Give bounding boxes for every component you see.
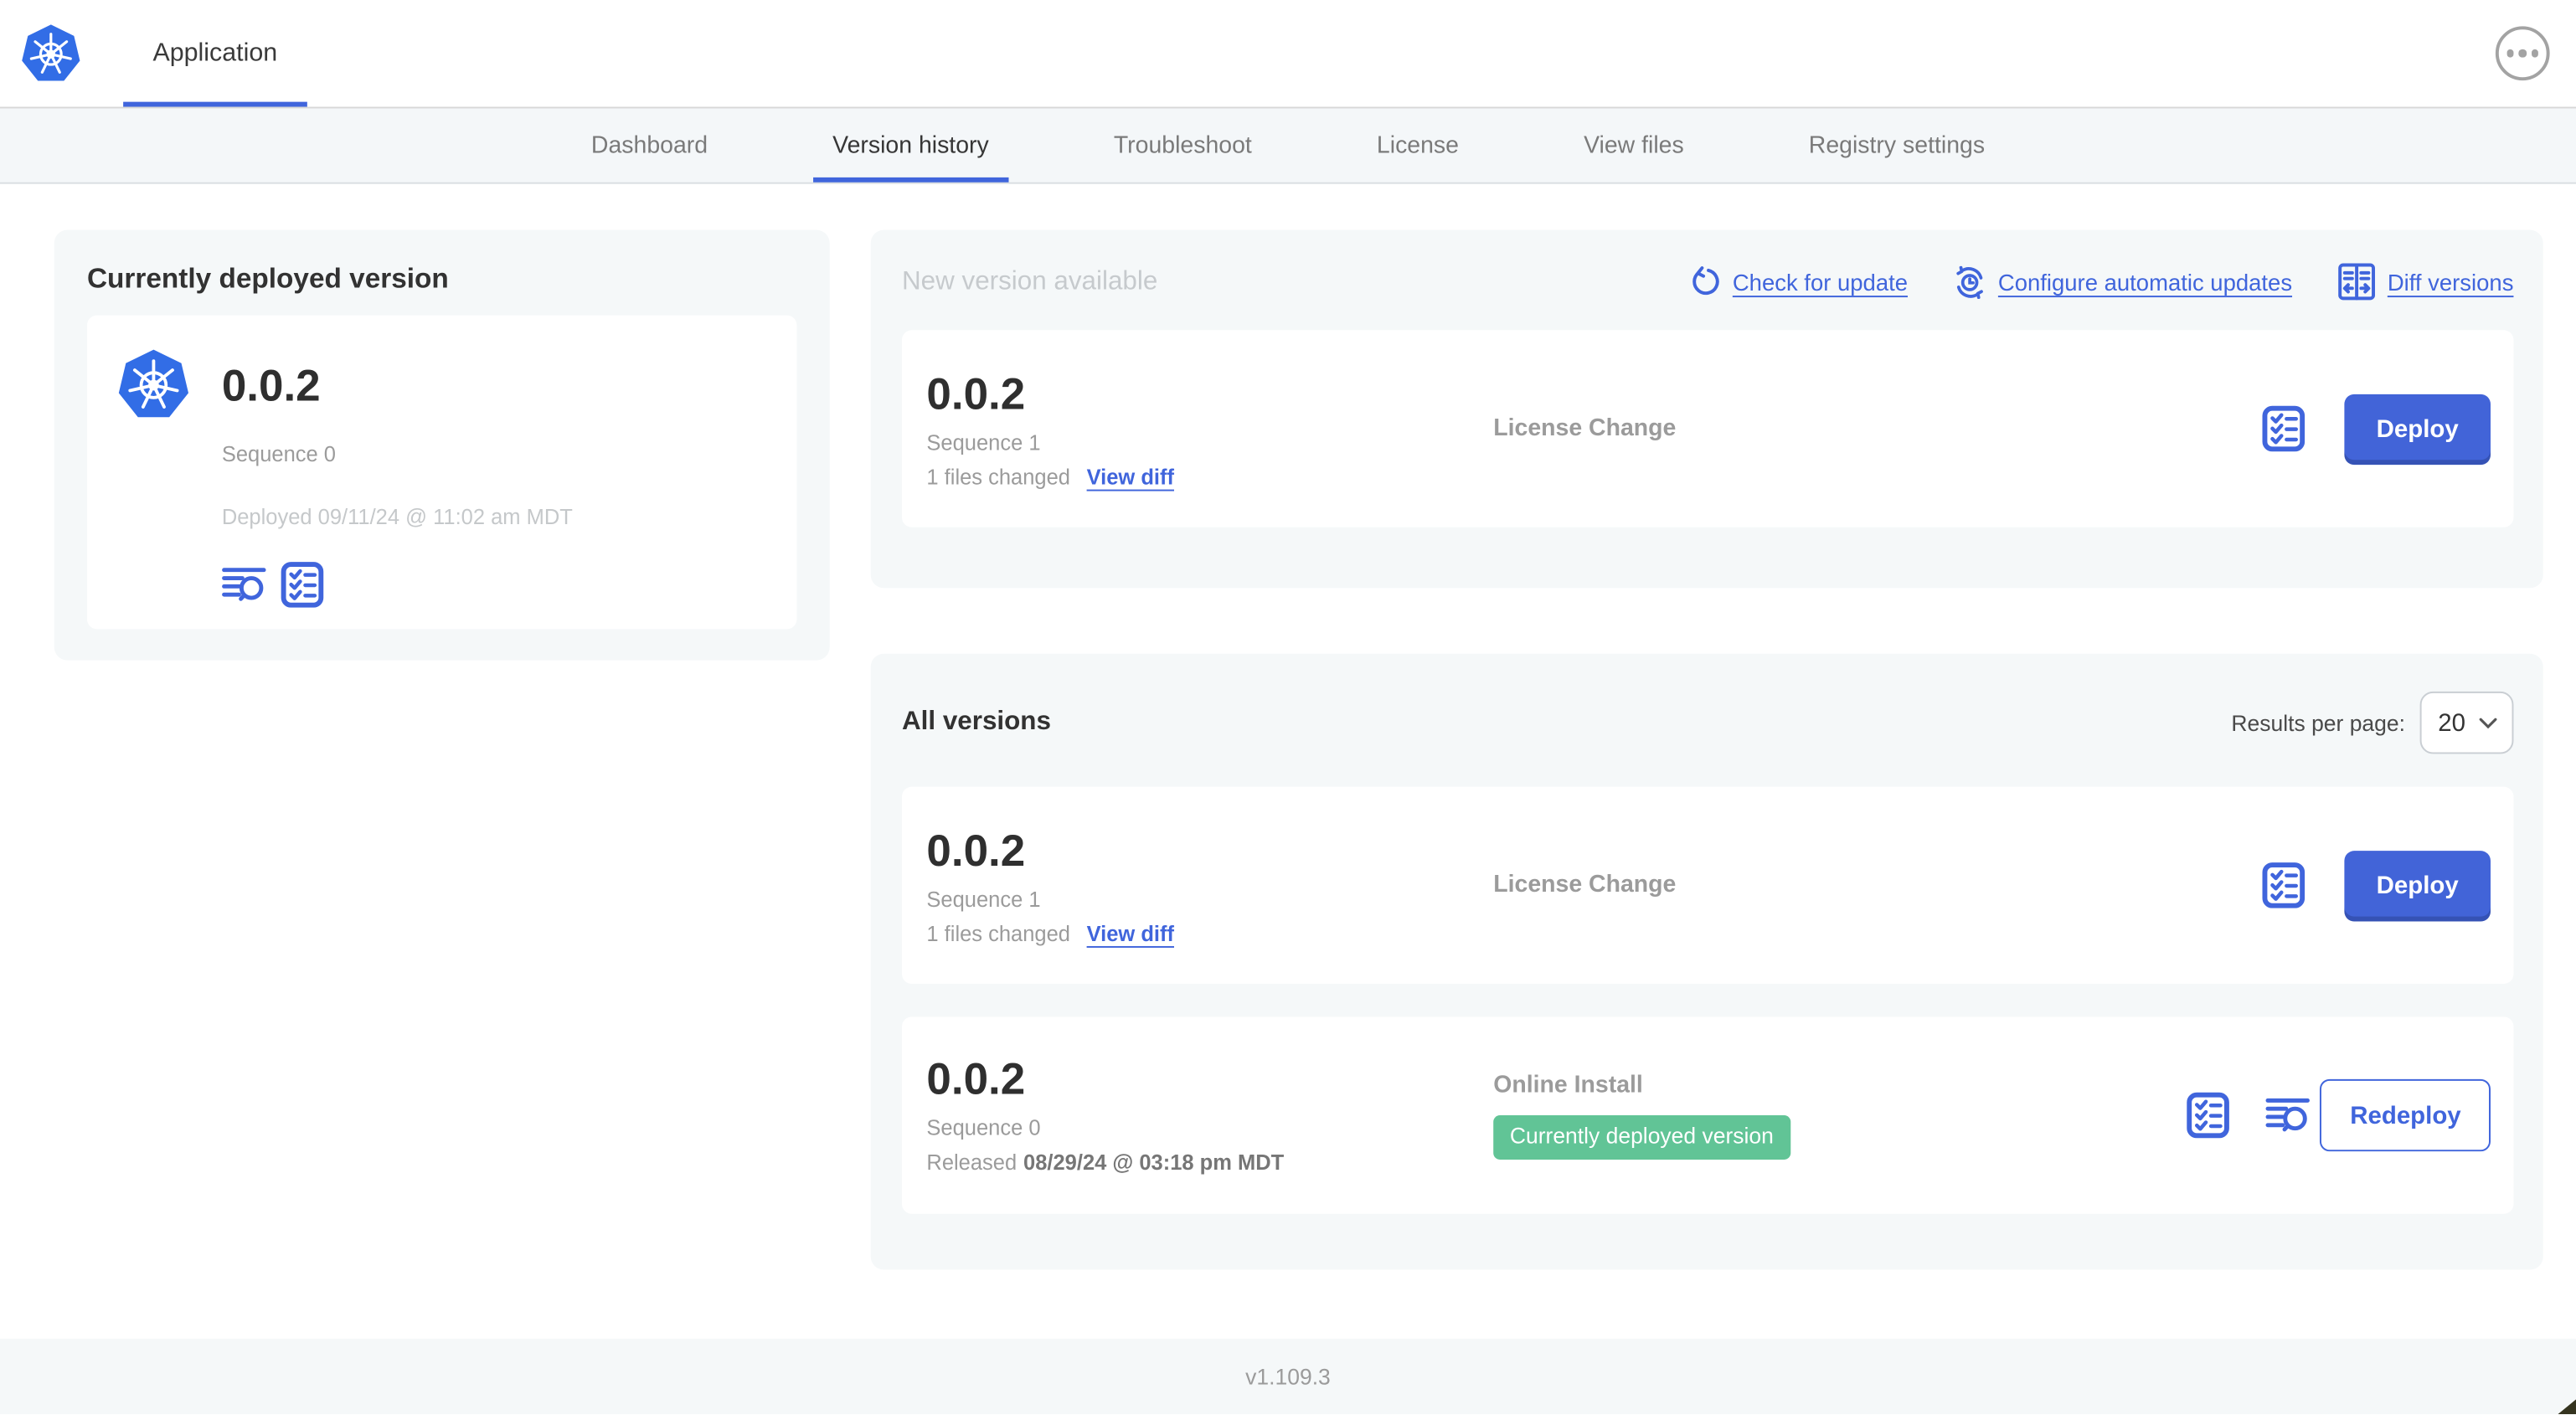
console-version-label: v1.109.3: [1245, 1364, 1331, 1389]
kubernetes-logo-icon: [21, 22, 81, 82]
redeploy-button[interactable]: Redeploy: [2320, 1078, 2491, 1152]
app-tab-label: Application: [152, 39, 278, 67]
results-per-page-select[interactable]: 20: [2419, 691, 2514, 754]
tab-troubleshoot[interactable]: Troubleshoot: [1094, 108, 1271, 182]
new-version-card: 0.0.2 Sequence 1 1 files changed View di…: [901, 330, 2514, 527]
deploy-button[interactable]: Deploy: [2344, 393, 2491, 465]
more-options-icon[interactable]: [2495, 26, 2550, 81]
currently-deployed-badge: Currently deployed version: [1493, 1114, 1790, 1160]
check-for-update-link[interactable]: Check for update: [1690, 266, 1908, 297]
view-diff-link[interactable]: View diff: [1087, 921, 1174, 945]
currently-deployed-title: Currently deployed version: [86, 262, 449, 295]
sequence-label: Sequence 1: [926, 886, 1041, 911]
all-versions-title: All versions: [901, 708, 1051, 736]
results-per-page-label: Results per page:: [2231, 710, 2405, 735]
new-version-panel: New version available Check for update C…: [870, 229, 2543, 589]
app-header: Application: [0, 0, 2576, 109]
files-changed-label: 1 files changed: [926, 920, 1070, 945]
sequence-label: Sequence 0: [926, 1115, 1041, 1140]
files-changed-label: 1 files changed: [926, 464, 1070, 489]
all-versions-panel: All versions Results per page: 20 0.0.2 …: [870, 653, 2543, 1270]
tab-registry-settings[interactable]: Registry settings: [1789, 108, 2004, 182]
currently-deployed-card: 0.0.2 Sequence 0 Deployed 09/11/24 @ 11:…: [86, 315, 797, 630]
sequence-label: Sequence 1: [926, 429, 1041, 455]
new-version-title: New version available: [901, 266, 1158, 296]
version-source-label: License Change: [1493, 415, 1677, 442]
version-label: 0.0.2: [926, 368, 1026, 419]
chevron-down-icon: [2479, 717, 2497, 728]
version-label: 0.0.2: [926, 1054, 1026, 1104]
version-row: 0.0.2 Sequence 0 Released 08/29/24 @ 03:1…: [901, 1016, 2514, 1214]
preflight-checks-icon[interactable]: [281, 562, 323, 608]
auto-update-clock-icon: [1956, 265, 1984, 299]
deployed-sequence-label: Sequence 0: [221, 441, 336, 467]
refresh-icon: [1692, 266, 1718, 296]
tab-view-files[interactable]: View files: [1564, 108, 1704, 182]
diff-icon: [2338, 263, 2376, 301]
main-content: Currently deployed version 0.0.2 Sequenc…: [0, 183, 2576, 1339]
header-spacer: [307, 0, 2496, 107]
app-footer: v1.109.3: [0, 1338, 2576, 1415]
app-subnav: Dashboard Version history Troubleshoot L…: [0, 108, 2576, 184]
preflight-checks-icon[interactable]: [2262, 862, 2305, 908]
view-deploy-logs-icon[interactable]: [2266, 1097, 2311, 1133]
results-per-page-value: 20: [2438, 708, 2465, 737]
view-diff-link[interactable]: View diff: [1087, 464, 1174, 488]
deployed-version-label: 0.0.2: [221, 361, 321, 411]
version-source-label: Online Install: [1493, 1072, 1643, 1099]
view-deploy-logs-icon[interactable]: [222, 567, 266, 603]
diff-versions-link[interactable]: Diff versions: [2338, 263, 2513, 301]
deployed-timestamp: Deployed 09/11/24 @ 11:02 am MDT: [221, 504, 573, 529]
version-source-label: License Change: [1493, 872, 1677, 899]
version-label: 0.0.2: [926, 825, 1026, 875]
kubernetes-logo-icon: [116, 347, 190, 419]
tab-dashboard[interactable]: Dashboard: [571, 108, 727, 182]
app-tab-application[interactable]: Application: [123, 0, 307, 107]
configure-automatic-updates-link[interactable]: Configure automatic updates: [1954, 265, 2292, 299]
preflight-checks-icon[interactable]: [2262, 406, 2305, 452]
preflight-checks-icon[interactable]: [2187, 1093, 2230, 1139]
released-timestamp: Released 08/29/24 @ 03:18 pm MDT: [926, 1150, 1285, 1175]
tab-license[interactable]: License: [1357, 108, 1478, 182]
deploy-button[interactable]: Deploy: [2344, 850, 2491, 921]
tab-version-history[interactable]: Version history: [812, 108, 1009, 183]
kots-admin-console: Application Dashboard Version history Tr…: [0, 0, 2576, 1415]
version-row: 0.0.2 Sequence 1 1 files changed View di…: [901, 786, 2514, 985]
currently-deployed-panel: Currently deployed version 0.0.2 Sequenc…: [54, 229, 830, 661]
